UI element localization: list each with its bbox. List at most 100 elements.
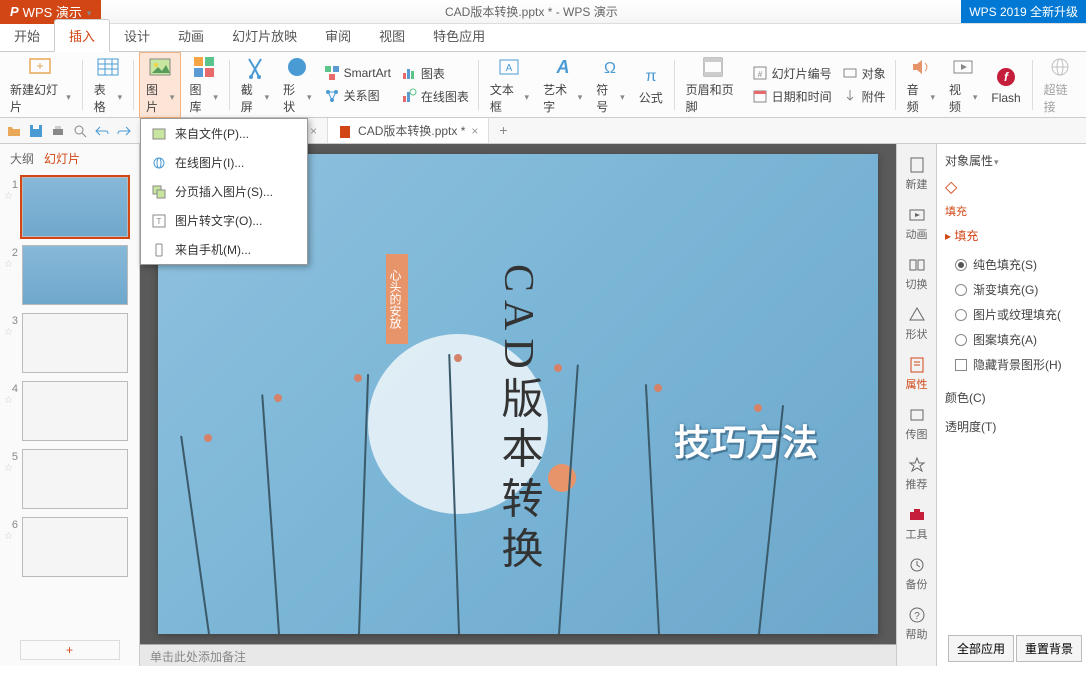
wordart-button[interactable]: A 艺术字 (537, 53, 588, 117)
svg-text:Ω: Ω (605, 60, 617, 77)
slide-thumb-3[interactable] (22, 313, 128, 373)
anim-icon (908, 206, 926, 224)
rtool-upload[interactable]: 传图 (899, 400, 935, 448)
radio-icon (955, 334, 967, 346)
fill-label: 填充 (945, 203, 1078, 219)
datetime-icon (752, 88, 768, 104)
panel-title[interactable]: 对象属性 (945, 152, 1078, 169)
rtool-new[interactable]: 新建 (899, 150, 935, 198)
notes-bar[interactable]: 单击此处添加备注 (140, 644, 896, 666)
dd-pic-to-text[interactable]: T图片转文字(O)... (141, 206, 307, 235)
dd-multi-insert[interactable]: 分页插入图片(S)... (141, 177, 307, 206)
rtool-tools[interactable]: 工具 (899, 500, 935, 548)
add-doc-tab[interactable]: + (489, 118, 517, 143)
fill-bucket-icon[interactable]: ◇ (945, 177, 1078, 197)
fill-pattern[interactable]: 图案填充(A) (945, 327, 1078, 352)
gallery-icon (192, 55, 216, 79)
close-active-tab[interactable]: × (471, 124, 478, 138)
gallery-button[interactable]: 图库 (183, 53, 223, 117)
tab-special[interactable]: 特色应用 (419, 20, 499, 51)
table-button[interactable]: 表格 (88, 53, 128, 117)
flash-icon: f (994, 65, 1018, 89)
dd-from-file[interactable]: 来自文件(P)... (141, 119, 307, 148)
preview-icon[interactable] (72, 123, 88, 139)
apply-all-button[interactable]: 全部应用 (948, 635, 1014, 662)
rtool-backup[interactable]: 备份 (899, 550, 935, 598)
fill-gradient[interactable]: 渐变填充(G) (945, 277, 1078, 302)
fill-section-head[interactable]: ▸ 填充 (945, 227, 1078, 244)
symbol-button[interactable]: Ω 符号 (590, 53, 630, 117)
rtool-recommend[interactable]: 推荐 (899, 450, 935, 498)
video-icon (951, 55, 975, 79)
svg-text:A: A (555, 57, 569, 77)
online-chart-button[interactable]: 在线图表 (397, 86, 473, 107)
print-icon[interactable] (50, 123, 66, 139)
color-label[interactable]: 颜色(C) (945, 389, 1078, 406)
slide-thumb-4[interactable] (22, 381, 128, 441)
new-slide-label: 新建幻灯片 (10, 81, 71, 115)
smartart-button[interactable]: SmartArt (320, 63, 395, 83)
textbox-button[interactable]: A 文本框 (484, 53, 535, 117)
picture-label: 图片 (146, 81, 174, 115)
chart-button[interactable]: 图表 (397, 63, 473, 84)
audio-button[interactable]: 音频 (901, 53, 941, 117)
slide-thumb-2[interactable] (22, 245, 128, 305)
picture-button[interactable]: 图片 (139, 52, 181, 118)
redo-icon[interactable] (116, 123, 132, 139)
dd-online-pic[interactable]: 在线图片(I)... (141, 148, 307, 177)
outline-tab[interactable]: 大纲 (10, 150, 34, 167)
tab-insert[interactable]: 插入 (54, 19, 110, 52)
rtool-props[interactable]: 属性 (899, 350, 935, 398)
slide-panel: 大纲 幻灯片 1☆ 2☆ 3☆ 4☆ 5☆ 6☆ + (0, 144, 140, 666)
flash-button[interactable]: f Flash (985, 63, 1026, 107)
slide-thumb-6[interactable] (22, 517, 128, 577)
rtool-shape[interactable]: 形状 (899, 300, 935, 348)
slide-number-button[interactable]: #幻灯片编号 (748, 63, 836, 84)
reset-bg-button[interactable]: 重置背景 (1016, 635, 1082, 662)
active-doc-tab[interactable]: CAD版本转换.pptx * × (328, 118, 489, 143)
tab-animation[interactable]: 动画 (164, 20, 218, 51)
svg-text:T: T (157, 217, 162, 226)
multi-insert-icon (151, 184, 167, 200)
close-cloud-tab[interactable]: × (310, 124, 317, 138)
formula-button[interactable]: π 公式 (633, 61, 669, 108)
trans-icon (908, 256, 926, 274)
undo-icon[interactable] (94, 123, 110, 139)
right-toolbar: 新建 动画 切换 形状 属性 传图 推荐 工具 备份 ?帮助 (896, 144, 936, 666)
video-label: 视频 (949, 81, 977, 115)
tab-slideshow[interactable]: 幻灯片放映 (218, 20, 311, 51)
rtool-anim[interactable]: 动画 (899, 200, 935, 248)
properties-panel: 对象属性 ◇ 填充 ▸ 填充 纯色填充(S) 渐变填充(G) 图片或纹理填充( … (936, 144, 1086, 666)
tab-view[interactable]: 视图 (365, 20, 419, 51)
textbox-icon: A (497, 55, 521, 79)
video-button[interactable]: 视频 (943, 53, 983, 117)
hide-bg-check[interactable]: 隐藏背景图形(H) (945, 352, 1078, 377)
phone-icon (151, 242, 167, 258)
hyperlink-label: 超链接 (1044, 81, 1076, 115)
upgrade-badge[interactable]: WPS 2019 全新升级 (961, 0, 1086, 23)
dd-from-phone[interactable]: 来自手机(M)... (141, 235, 307, 264)
slide-thumb-1[interactable] (22, 177, 128, 237)
rtool-trans[interactable]: 切换 (899, 250, 935, 298)
fill-picture[interactable]: 图片或纹理填充( (945, 302, 1078, 327)
slide-thumb-5[interactable] (22, 449, 128, 509)
fill-solid[interactable]: 纯色填充(S) (945, 252, 1078, 277)
tab-design[interactable]: 设计 (110, 20, 164, 51)
new-slide-button[interactable]: 新建幻灯片 (4, 53, 77, 117)
shape-button[interactable]: 形状 (277, 53, 317, 117)
transparency-label[interactable]: 透明度(T) (945, 418, 1078, 435)
object-button[interactable]: 对象 (838, 63, 890, 84)
tab-start[interactable]: 开始 (0, 20, 54, 51)
relation-button[interactable]: 关系图 (320, 85, 395, 106)
add-slide-button[interactable]: + (20, 640, 120, 660)
tab-review[interactable]: 审阅 (311, 20, 365, 51)
open-icon[interactable] (6, 123, 22, 139)
screenshot-button[interactable]: 截屏 (235, 53, 275, 117)
rtool-help[interactable]: ?帮助 (899, 600, 935, 648)
header-footer-button[interactable]: 页眉和页脚 (680, 53, 746, 117)
attachment-button[interactable]: 附件 (838, 86, 890, 107)
datetime-button[interactable]: 日期和时间 (748, 86, 836, 107)
save-icon[interactable] (28, 123, 44, 139)
slides-tab[interactable]: 幻灯片 (44, 150, 80, 167)
hyperlink-button[interactable]: 超链接 (1038, 53, 1082, 117)
